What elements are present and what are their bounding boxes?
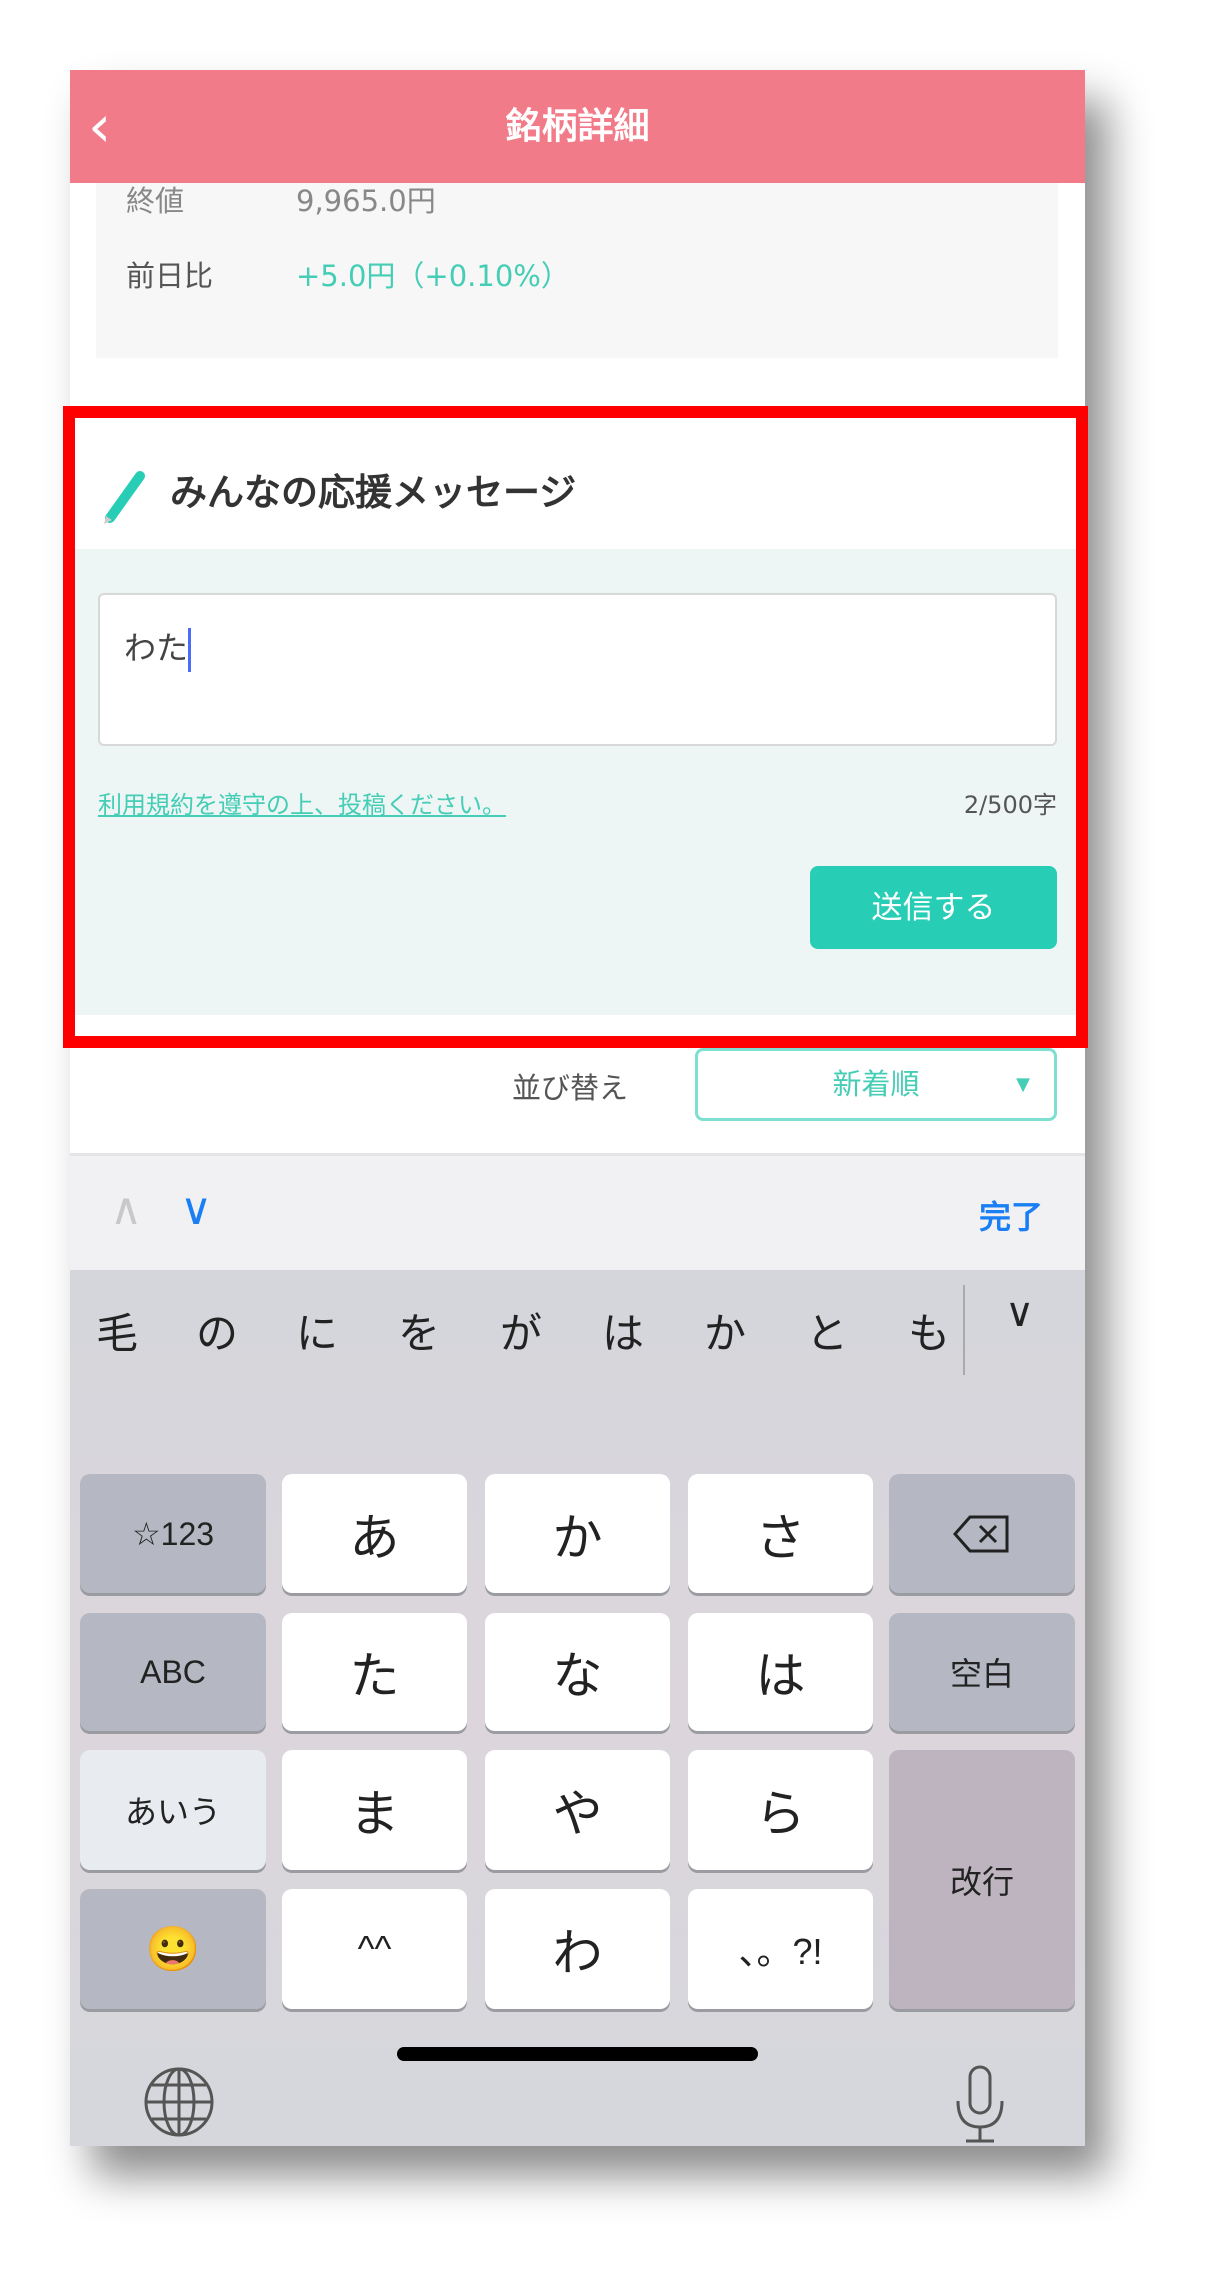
key-space[interactable]: 空白 (889, 1613, 1075, 1731)
change-label: 前日比 (126, 259, 214, 293)
sort-selected: 新着順 (832, 1067, 920, 1101)
input-text: わた (124, 629, 189, 667)
key-ya[interactable]: や (485, 1750, 670, 1870)
sort-label: 並び替え (512, 1071, 629, 1105)
key-sa[interactable]: さ (688, 1474, 873, 1593)
key-ka[interactable]: か (485, 1474, 670, 1593)
candidate[interactable]: も (908, 1300, 950, 1361)
candidate[interactable]: が (500, 1300, 542, 1361)
done-button[interactable]: 完了 (979, 1192, 1043, 1238)
text-caret (188, 628, 192, 672)
send-button[interactable]: 送信する (810, 866, 1057, 949)
sort-select[interactable]: 新着順 ▼ (695, 1048, 1057, 1121)
backspace-icon (952, 1515, 1009, 1552)
expand-candidates-chevron-icon[interactable]: ∨ (1005, 1290, 1034, 1336)
key-wa[interactable]: わ (485, 1889, 670, 2009)
char-counter: 2/500字 (963, 791, 1057, 819)
pencil-icon (104, 471, 145, 524)
key-ha[interactable]: は (688, 1613, 873, 1731)
section-title: みんなの応援メッセージ (170, 471, 577, 514)
key-abc[interactable]: ABC (80, 1613, 266, 1731)
caret-down-icon: ▼ (1016, 1074, 1030, 1095)
candidate[interactable]: 毛 (96, 1300, 138, 1361)
candidate-divider (963, 1285, 965, 1375)
key-ma[interactable]: ま (282, 1750, 467, 1870)
candidate[interactable]: か (704, 1300, 746, 1361)
phone-screen: ‹ 銘柄詳細 終値 9,965.0円 前日比 +5.0円（+0.10%） みんな… (70, 70, 1085, 2146)
candidate[interactable]: は (602, 1300, 644, 1361)
key-ra[interactable]: ら (688, 1750, 873, 1870)
app-header: ‹ 銘柄詳細 (70, 70, 1085, 183)
key-a[interactable]: あ (282, 1474, 467, 1593)
terms-link[interactable]: 利用規約を遵守の上、投稿ください。 (98, 785, 506, 820)
candidate[interactable]: の (196, 1300, 238, 1361)
change-value: +5.0円（+0.10%） (296, 259, 570, 293)
keyboard-toolbar: ∧ ∨ 完了 (70, 1153, 1085, 1270)
key-delete[interactable] (889, 1474, 1075, 1593)
microphone-icon[interactable] (950, 2065, 1010, 2145)
home-indicator[interactable] (397, 2047, 758, 2061)
keyboard: 毛 の に を が は か と も ∨ ☆123 あ か さ ABC た な は… (70, 1270, 1085, 2146)
page-title: 銘柄詳細 (505, 106, 650, 147)
key-punctuation[interactable]: 、。?! (688, 1889, 873, 2009)
candidate[interactable]: と (806, 1300, 848, 1361)
key-emoji[interactable]: 😀 (80, 1889, 266, 2009)
message-input[interactable]: わた (98, 593, 1057, 746)
candidate[interactable]: に (296, 1300, 338, 1361)
key-numbers[interactable]: ☆123 (80, 1474, 266, 1593)
candidate[interactable]: を (398, 1300, 440, 1361)
close-label: 終値 (126, 184, 185, 218)
key-enter[interactable]: 改行 (889, 1750, 1075, 2009)
globe-icon[interactable] (142, 2065, 216, 2139)
chevron-down-icon[interactable]: ∨ (180, 1184, 212, 1235)
key-na[interactable]: な (485, 1613, 670, 1731)
key-kaomoji[interactable]: ^^ (282, 1889, 467, 2009)
key-ta[interactable]: た (282, 1613, 467, 1731)
key-kana[interactable]: あいう (80, 1750, 266, 1870)
candidate-bar: 毛 の に を が は か と も ∨ (70, 1270, 1085, 1380)
chevron-up-icon[interactable]: ∧ (110, 1184, 142, 1235)
close-value: 9,965.0円 (296, 184, 436, 218)
